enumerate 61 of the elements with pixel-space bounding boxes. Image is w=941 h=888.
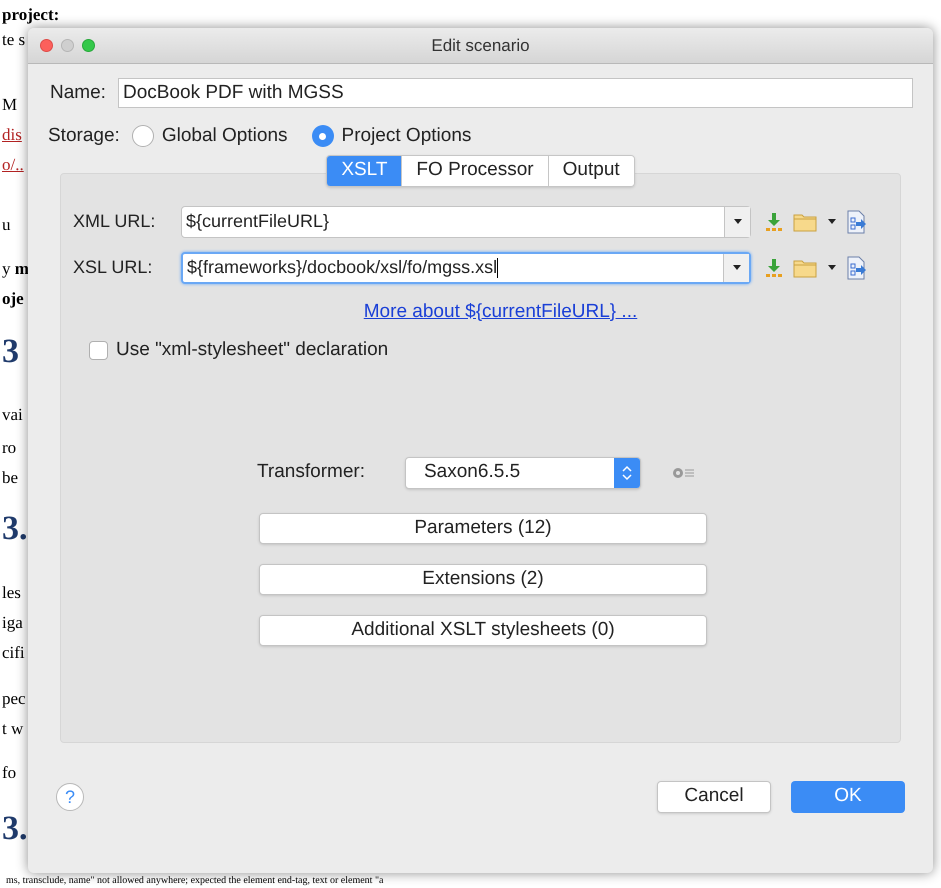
radio-option[interactable]: Project Options [312,122,472,150]
window-title: Edit scenario [430,34,531,57]
field-label: XML URL: [73,210,156,233]
caret-icon[interactable] [732,264,742,270]
document-text: 3 [2,335,19,369]
caret-icon[interactable] [827,264,837,270]
document-text: pec [2,688,26,710]
tab[interactable]: Output [548,156,634,186]
dialog-button[interactable]: Parameters (12) [259,512,707,544]
dialog-button[interactable]: Extensions (2) [259,564,707,594]
stylesheet-checkbox-row[interactable]: Use "xml-stylesheet" declaration [89,336,900,364]
cancel-button[interactable]: Cancel [657,780,771,812]
download-icon[interactable] [765,212,783,232]
document-text: be [2,467,18,489]
document-text: fo [2,762,16,784]
name-field[interactable]: DocBook PDF with MGSS [118,78,913,108]
field-label: Transformer: [257,460,366,484]
url-combo-box[interactable]: ${frameworks}/docbook/xsl/fo/mgss.xsl [181,252,751,284]
document-text: ms, transclude, name" not allowed anywhere; expected the element end-tag, text or element "a [6,876,384,886]
download-icon[interactable] [765,258,783,278]
transformer-select[interactable]: Saxon6.5.5 [405,456,641,488]
radio-button[interactable] [312,125,334,148]
document-text: t w [2,718,24,740]
document-text: project: [2,4,60,26]
document-text: 3. [2,812,28,846]
document-text: M [2,94,18,116]
dialog-button[interactable]: Additional XSLT stylesheets (0) [259,614,707,646]
field-label: XSL URL: [73,256,154,279]
url-value: ${frameworks}/docbook/xsl/fo/mgss.xsl [186,256,500,280]
caret-icon[interactable] [827,218,837,224]
document-arrow-icon[interactable] [847,210,867,234]
field-label: Name: [50,80,106,105]
document-text: vai [2,404,23,426]
document-text: 3. [2,512,28,546]
close-button[interactable] [40,39,53,52]
folder-icon[interactable] [793,258,817,278]
caret-icon[interactable] [732,218,742,224]
document-text: te s [2,29,26,51]
radio-button[interactable] [132,125,154,148]
minimize-button[interactable] [61,39,74,52]
document-text: y m [2,258,29,280]
document-text: o/.. [2,154,24,176]
zoom-button[interactable] [82,39,95,52]
url-combo-box[interactable]: ${currentFileURL} [181,206,751,238]
settings-icon[interactable] [671,466,695,480]
document-text: dis [2,124,22,146]
document-text: u [2,214,10,236]
checkbox[interactable] [89,340,108,360]
stepper-icon [614,458,640,488]
folder-icon[interactable] [793,212,817,232]
document-text: les [2,582,21,604]
radio-option[interactable]: Global Options [132,122,288,150]
document-text: oje [2,288,24,310]
document-arrow-icon[interactable] [847,256,867,280]
url-value: ${currentFileURL} [185,210,330,233]
tab[interactable]: FO Processor [401,156,548,186]
more-link[interactable]: More about ${currentFileURL} ... [364,298,638,326]
field-label: Storage: [48,124,120,148]
document-text: iga [2,612,23,634]
document-text: ro [2,437,16,459]
document-text: cifi [2,642,25,664]
